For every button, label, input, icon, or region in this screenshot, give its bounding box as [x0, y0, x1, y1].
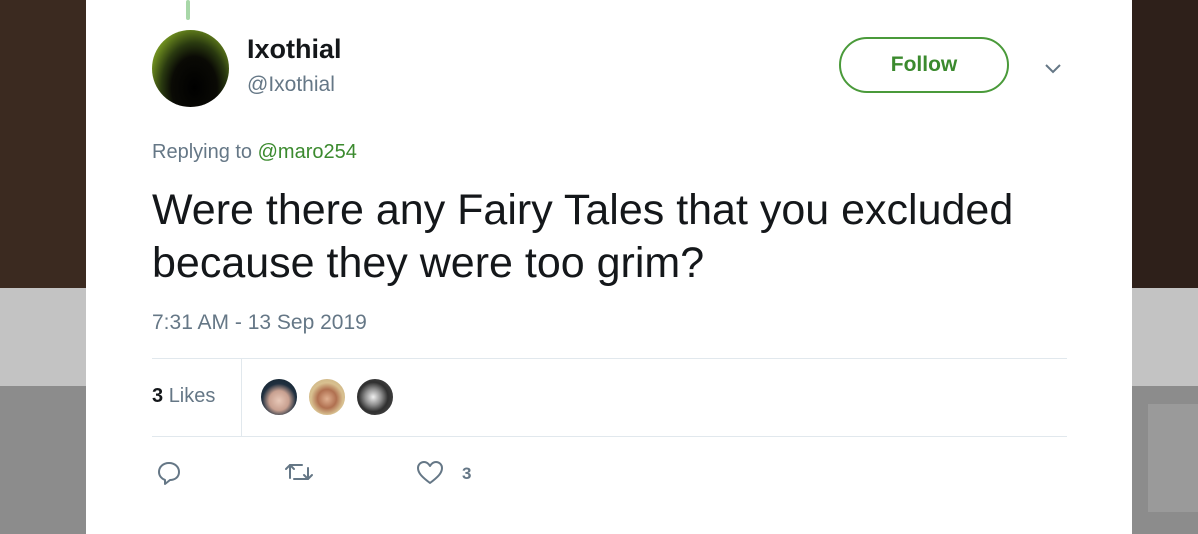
replying-to-line: Replying to @maro254	[152, 141, 357, 164]
heart-icon[interactable]	[416, 460, 444, 486]
like-action-count: 3	[462, 464, 472, 483]
likes-summary[interactable]: 3 Likes	[152, 385, 215, 408]
thread-connector-line	[186, 0, 190, 20]
liker-avatar[interactable]	[259, 377, 299, 417]
tweet-text: Were there any Fairy Tales that you excl…	[152, 186, 1014, 287]
retweet-icon[interactable]	[284, 460, 314, 486]
liker-avatar[interactable]	[355, 377, 395, 417]
replying-to-mention[interactable]: @maro254	[258, 141, 357, 163]
likes-count: 3	[152, 385, 164, 407]
divider	[152, 436, 1067, 437]
chevron-down-icon[interactable]	[1043, 58, 1063, 78]
tweet-card: Ixothial @Ixothial Follow Replying to @m…	[86, 0, 1132, 534]
background-top-right	[1132, 0, 1198, 288]
liker-avatar[interactable]	[307, 377, 347, 417]
background-side-panel	[1148, 404, 1198, 512]
replying-to-prefix: Replying to	[152, 141, 253, 163]
tweet-timestamp[interactable]: 7:31 AM - 13 Sep 2019	[152, 311, 367, 335]
author-avatar[interactable]	[152, 30, 229, 107]
reply-icon[interactable]	[156, 460, 182, 486]
divider	[152, 358, 1067, 359]
author-handle[interactable]: @Ixothial	[247, 73, 335, 97]
likes-label: Likes	[168, 385, 216, 407]
vertical-divider	[241, 359, 242, 436]
author-name[interactable]: Ixothial	[247, 34, 342, 65]
follow-button[interactable]: Follow	[839, 37, 1009, 93]
